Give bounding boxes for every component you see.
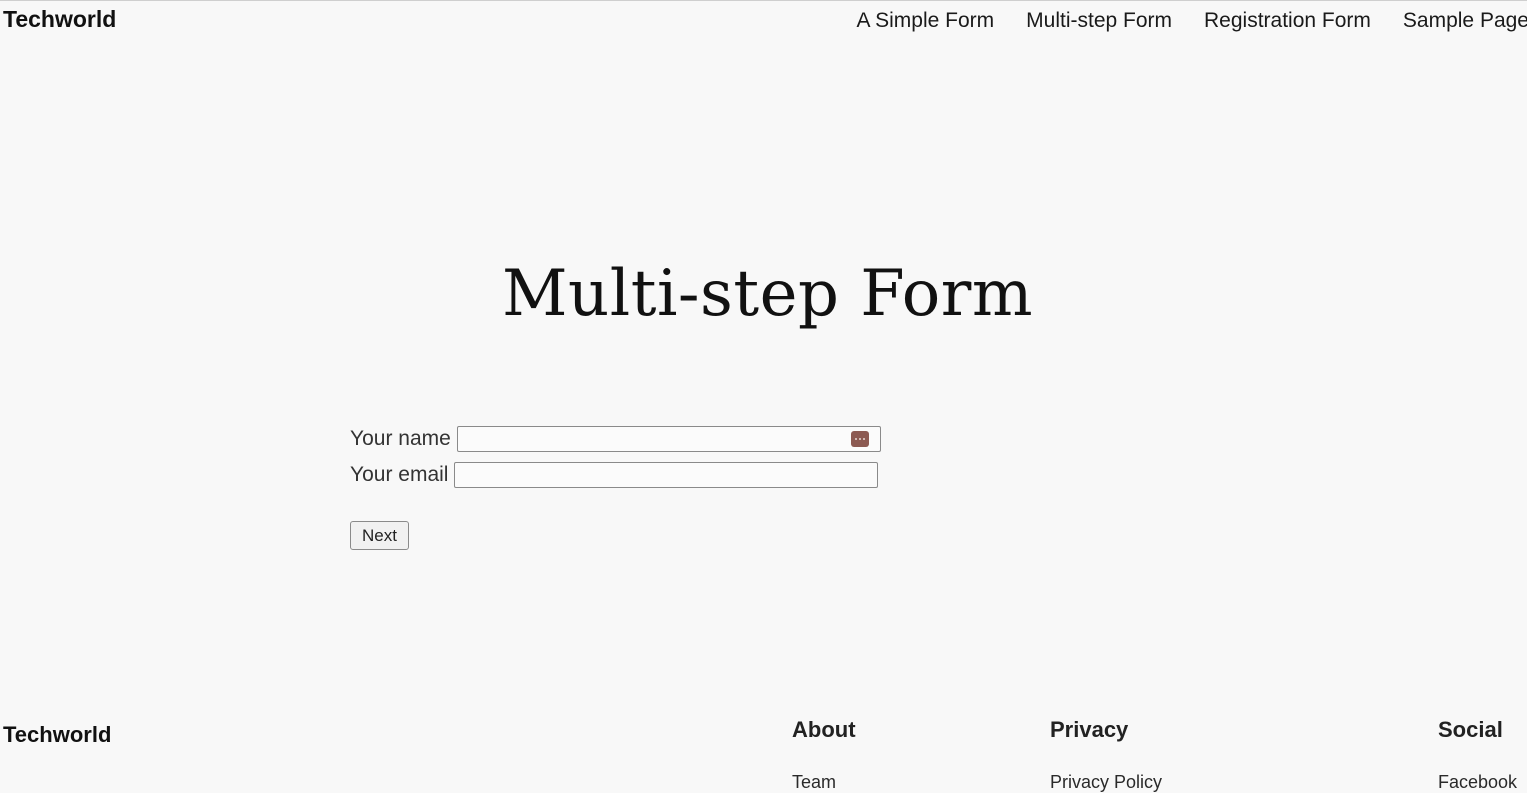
nav-link-sample-page[interactable]: Sample Page bbox=[1403, 9, 1527, 33]
footer-site-title-link[interactable]: Techworld bbox=[3, 722, 111, 748]
footer-heading-social: Social bbox=[1438, 717, 1503, 742]
footer-heading-about: About bbox=[792, 717, 856, 742]
site-title-link[interactable]: Techworld bbox=[3, 6, 116, 33]
name-input[interactable] bbox=[456, 426, 881, 452]
footer-column-social: Social Facebook bbox=[1438, 717, 1517, 793]
email-row: Your email bbox=[350, 457, 881, 493]
email-input[interactable] bbox=[454, 462, 879, 488]
email-label: Your email bbox=[350, 463, 449, 486]
footer-link-team[interactable]: Team bbox=[792, 772, 856, 793]
footer-column-about: About Team bbox=[792, 717, 856, 793]
site-footer: Techworld About Team Privacy Privacy Pol… bbox=[0, 713, 1527, 793]
site-header: Techworld A Simple Form Multi-step Form … bbox=[0, 1, 1527, 41]
nav-link-registration-form[interactable]: Registration Form bbox=[1204, 9, 1371, 33]
footer-link-privacy-policy[interactable]: Privacy Policy bbox=[1050, 772, 1162, 793]
footer-column-privacy: Privacy Privacy Policy bbox=[1050, 717, 1162, 793]
nav-link-multi-step-form[interactable]: Multi-step Form bbox=[1026, 9, 1172, 33]
nav-link-simple-form[interactable]: A Simple Form bbox=[856, 9, 994, 33]
footer-heading-privacy: Privacy bbox=[1050, 717, 1129, 742]
name-field-wrapper bbox=[456, 426, 881, 452]
next-button[interactable]: Next bbox=[350, 521, 409, 550]
footer-link-facebook[interactable]: Facebook bbox=[1438, 772, 1517, 793]
name-label: Your name bbox=[350, 427, 451, 450]
password-manager-icon[interactable] bbox=[850, 431, 869, 447]
main-nav: A Simple Form Multi-step Form Registrati… bbox=[824, 9, 1527, 33]
name-row: Your name bbox=[350, 421, 881, 457]
page-title: Multi-step Form bbox=[502, 257, 1033, 331]
multi-step-form: Your name Your email Next bbox=[350, 421, 881, 550]
